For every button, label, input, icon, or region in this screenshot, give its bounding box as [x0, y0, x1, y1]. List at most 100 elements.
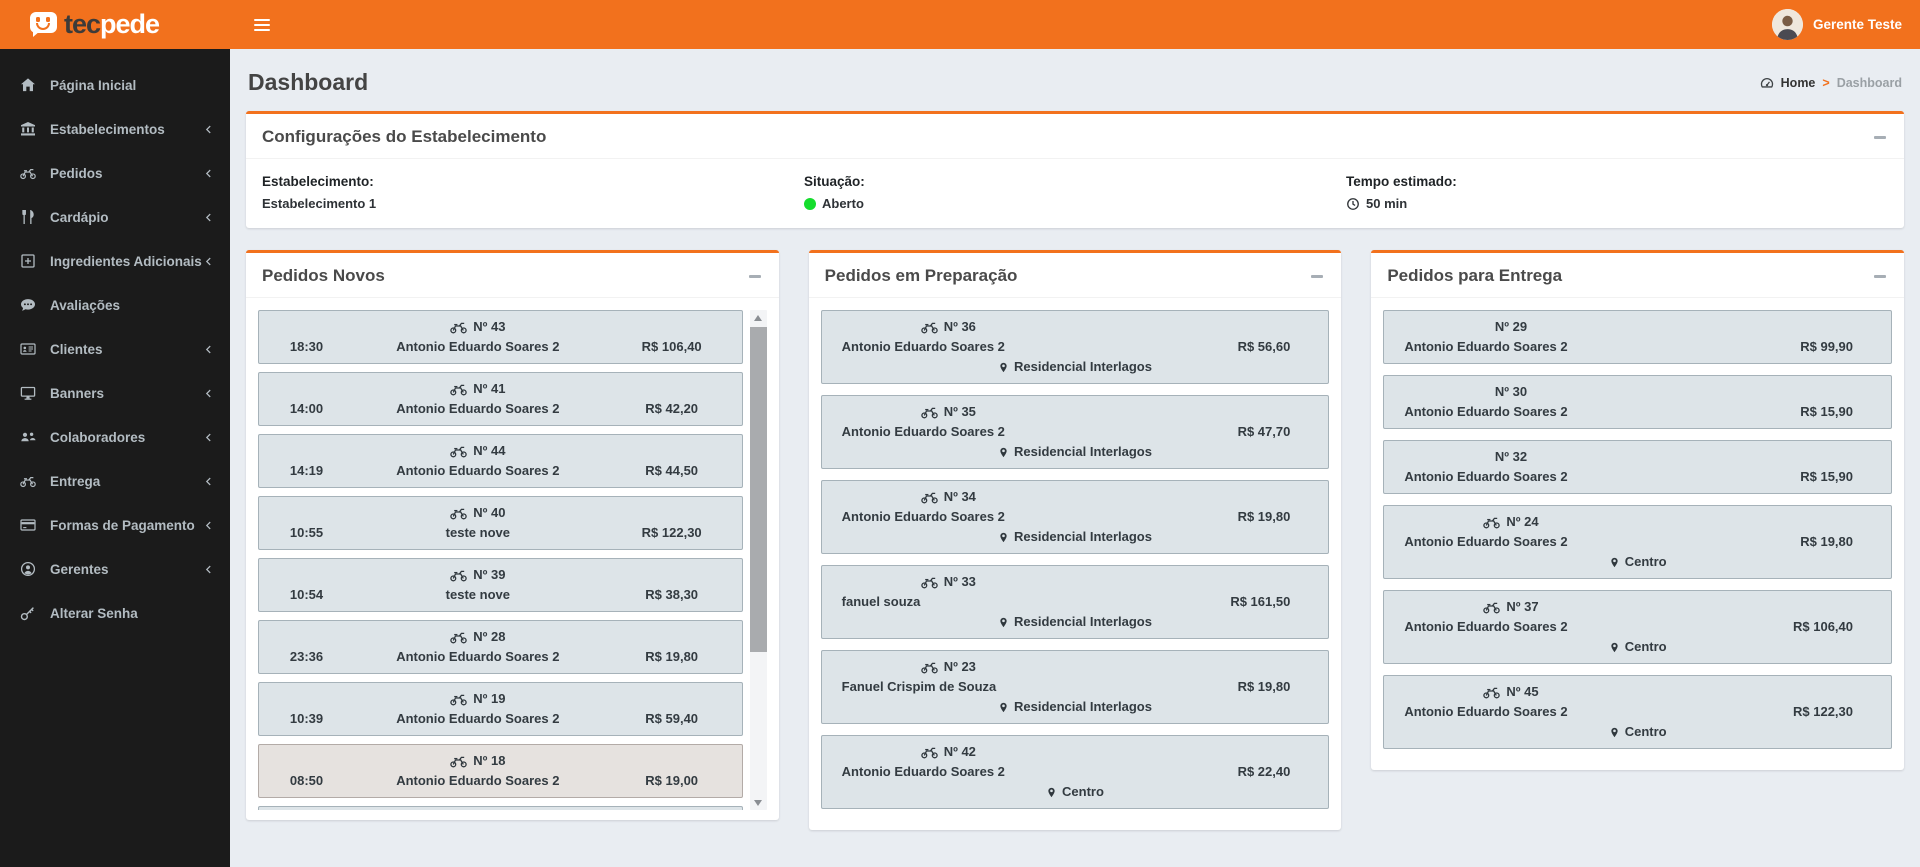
- panel-title: Pedidos em Preparação: [824, 266, 1018, 285]
- order-card[interactable]: Nº 30 Antonio Eduardo Soares 2 R$ 15,90: [1383, 375, 1892, 429]
- motorcycle-icon: [450, 692, 467, 706]
- chevron-left-icon: [203, 476, 214, 487]
- orders-list: Nº 36 Antonio Eduardo Soares 2 R$ 56,60 …: [820, 310, 1330, 820]
- order-customer: Antonio Eduardo Soares 2: [841, 764, 1005, 779]
- order-customer: Antonio Eduardo Soares 2: [1404, 469, 1568, 484]
- app-logo[interactable]: tecpede: [0, 0, 230, 49]
- sidebar-item-pedidos[interactable]: Pedidos: [0, 151, 230, 195]
- sidebar-item-alterar-senha[interactable]: Alterar Senha: [0, 591, 230, 635]
- motorcycle-icon: [920, 660, 938, 674]
- collapse-button[interactable]: [1872, 132, 1888, 143]
- collapse-button[interactable]: [747, 271, 763, 282]
- order-price: R$ 19,00: [645, 773, 699, 788]
- scroll-down-arrow[interactable]: [750, 795, 767, 810]
- sidebar-item-gerentes[interactable]: Gerentes: [0, 547, 230, 591]
- order-price: R$ 19,80: [645, 649, 699, 664]
- scroll-up-arrow[interactable]: [750, 310, 767, 325]
- order-card[interactable]: Nº 36 Antonio Eduardo Soares 2 R$ 56,60 …: [820, 310, 1330, 384]
- user-circle-icon: [19, 561, 37, 577]
- order-card[interactable]: Nº 43 18:30 Antonio Eduardo Soares 2 R$ …: [258, 310, 743, 364]
- collapse-button[interactable]: [1872, 271, 1888, 282]
- motorcycle-icon: [920, 745, 938, 759]
- map-pin-icon: [1609, 726, 1620, 739]
- map-pin-icon: [998, 531, 1009, 544]
- chevron-left-icon: [203, 564, 214, 575]
- orders-list: Nº 43 18:30 Antonio Eduardo Soares 2 R$ …: [258, 310, 743, 810]
- order-card[interactable]: Nº 37 Antonio Eduardo Soares 2 R$ 106,40…: [1383, 590, 1892, 664]
- motorcycle-icon: [450, 444, 467, 458]
- sidebar-menu: Página Inicial Estabelecimentos Pedidos …: [0, 49, 230, 867]
- sidebar-item-colaboradores[interactable]: Colaboradores: [0, 415, 230, 459]
- order-card[interactable]: Nº 41 14:00 Antonio Eduardo Soares 2 R$ …: [258, 372, 743, 426]
- chevron-left-icon: [203, 256, 214, 267]
- order-card[interactable]: Nº 39 10:54 teste nove R$ 38,30: [258, 558, 743, 612]
- order-customer: Antonio Eduardo Soares 2: [396, 339, 560, 354]
- breadcrumb-home-link[interactable]: Home: [1781, 76, 1816, 90]
- order-card[interactable]: Nº 29 Antonio Eduardo Soares 2 R$ 99,90: [1383, 310, 1892, 364]
- order-card[interactable]: Nº 44 14:19 Antonio Eduardo Soares 2 R$ …: [258, 434, 743, 488]
- order-card[interactable]: Nº 17: [258, 806, 743, 810]
- sidebar-item-avaliacoes[interactable]: Avaliações: [0, 283, 230, 327]
- sidebar-item-ingredientes-adicionais[interactable]: Ingredientes Adicionais: [0, 239, 230, 283]
- sidebar-item-formas-de-pagamento[interactable]: Formas de Pagamento: [0, 503, 230, 547]
- order-customer: Antonio Eduardo Soares 2: [396, 773, 560, 788]
- user-menu[interactable]: Gerente Teste: [1771, 9, 1902, 40]
- users-icon: [19, 429, 37, 445]
- order-customer: Antonio Eduardo Soares 2: [841, 509, 1005, 524]
- sidebar-toggle-button[interactable]: [248, 13, 276, 37]
- order-card[interactable]: Nº 32 Antonio Eduardo Soares 2 R$ 15,90: [1383, 440, 1892, 494]
- order-card[interactable]: Nº 35 Antonio Eduardo Soares 2 R$ 47,70 …: [820, 395, 1330, 469]
- chevron-left-icon: [203, 124, 214, 135]
- motorcycle-icon: [450, 382, 467, 396]
- order-card[interactable]: Nº 34 Antonio Eduardo Soares 2 R$ 19,80 …: [820, 480, 1330, 554]
- main-content: Dashboard Home > Dashboard Configurações…: [230, 0, 1920, 846]
- sidebar-item-banners[interactable]: Banners: [0, 371, 230, 415]
- config-field: Estabelecimento: Estabelecimento 1: [262, 174, 377, 211]
- map-pin-icon: [1609, 556, 1620, 569]
- order-time: 10:55: [289, 525, 324, 540]
- order-customer: Fanuel Crispim de Souza: [841, 679, 997, 694]
- order-card[interactable]: Nº 33 fanuel souza R$ 161,50 Residencial…: [820, 565, 1330, 639]
- chevron-left-icon: [203, 520, 214, 531]
- motorcycle-icon: [1483, 685, 1501, 699]
- sidebar-item-estabelecimentos[interactable]: Estabelecimentos: [0, 107, 230, 151]
- orders-list: Nº 29 Antonio Eduardo Soares 2 R$ 99,90 …: [1383, 310, 1892, 760]
- scrollbar[interactable]: [749, 310, 767, 810]
- sidebar-item-cardapio[interactable]: Cardápio: [0, 195, 230, 239]
- sidebar-item-entrega[interactable]: Entrega: [0, 459, 230, 503]
- scrollbar-thumb[interactable]: [749, 327, 767, 652]
- order-price: R$ 38,30: [645, 587, 699, 602]
- order-card[interactable]: Nº 18 08:50 Antonio Eduardo Soares 2 R$ …: [258, 744, 743, 798]
- order-time: 14:00: [289, 401, 324, 416]
- home-icon: [19, 77, 37, 93]
- order-location: Residencial Interlagos: [1013, 699, 1152, 714]
- order-price: R$ 19,80: [1800, 534, 1853, 549]
- order-price: R$ 122,30: [641, 525, 702, 540]
- motorcycle-icon: [450, 568, 467, 582]
- order-price: R$ 59,40: [645, 711, 699, 726]
- order-card[interactable]: Nº 19 10:39 Antonio Eduardo Soares 2 R$ …: [258, 682, 743, 736]
- dashboard-gauge-icon: [1760, 76, 1774, 90]
- motorcycle-icon: [19, 473, 37, 489]
- order-card[interactable]: Nº 23 Fanuel Crispim de Souza R$ 19,80 R…: [820, 650, 1330, 724]
- motorcycle-icon: [920, 490, 938, 504]
- order-card[interactable]: Nº 28 23:36 Antonio Eduardo Soares 2 R$ …: [258, 620, 743, 674]
- map-pin-icon: [998, 616, 1009, 629]
- order-customer: Antonio Eduardo Soares 2: [841, 424, 1005, 439]
- order-customer: Antonio Eduardo Soares 2: [1404, 404, 1568, 419]
- chevron-left-icon: [203, 432, 214, 443]
- breadcrumb-separator: >: [1822, 75, 1830, 90]
- order-price: R$ 19,80: [1237, 509, 1291, 524]
- sidebar-item-clientes[interactable]: Clientes: [0, 327, 230, 371]
- sidebar-item-pagina-inicial[interactable]: Página Inicial: [0, 63, 230, 107]
- order-customer: fanuel souza: [841, 594, 921, 609]
- order-card[interactable]: Nº 40 10:55 teste nove R$ 122,30: [258, 496, 743, 550]
- chevron-left-icon: [203, 212, 214, 223]
- order-card[interactable]: Nº 24 Antonio Eduardo Soares 2 R$ 19,80 …: [1383, 505, 1892, 579]
- collapse-button[interactable]: [1309, 271, 1325, 282]
- config-panel: Configurações do Estabelecimento Estabel…: [246, 111, 1904, 228]
- order-card[interactable]: Nº 45 Antonio Eduardo Soares 2 R$ 122,30…: [1383, 675, 1892, 749]
- order-price: R$ 44,50: [645, 463, 699, 478]
- order-card[interactable]: Nº 42 Antonio Eduardo Soares 2 R$ 22,40 …: [820, 735, 1330, 809]
- motorcycle-icon: [920, 575, 938, 589]
